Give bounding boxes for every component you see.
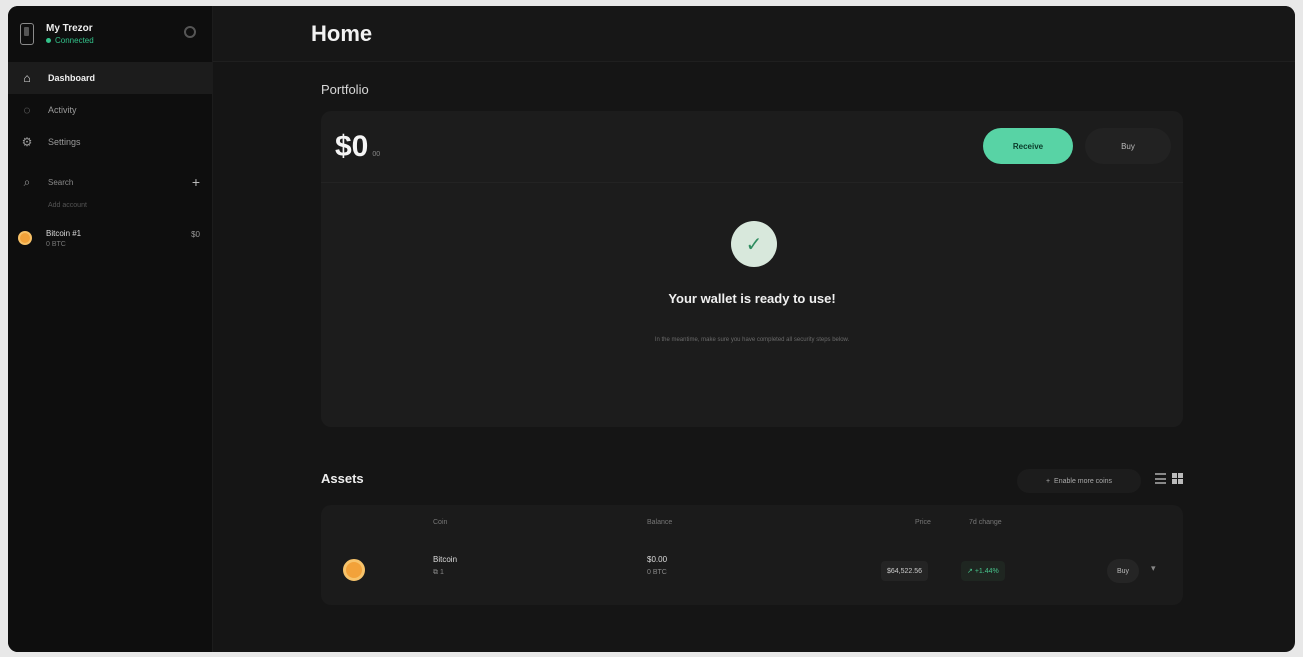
- sidebar-item-label: Dashboard: [48, 73, 96, 83]
- plus-icon: +: [1045, 477, 1051, 485]
- wallet-ready-subtitle: In the meantime, make sure you have comp…: [654, 337, 850, 343]
- device-status: Connected: [46, 36, 94, 45]
- enable-coins-label: Enable more coins: [1054, 477, 1113, 485]
- balance-cell: $0.00 0 BTC: [647, 555, 667, 576]
- view-toggle: [1155, 473, 1183, 484]
- chevron-down-icon[interactable]: ▾: [1151, 563, 1156, 574]
- grid-view-icon[interactable]: [1172, 473, 1183, 484]
- status-dot-icon: [46, 38, 51, 43]
- receive-button[interactable]: Receive: [983, 128, 1073, 164]
- app-window: My Trezor Connected ⌂ Dashboard ◌ Activi…: [8, 6, 1295, 652]
- bitcoin-icon: [343, 559, 365, 581]
- assets-header: Assets + Enable more coins: [321, 467, 1191, 493]
- sidebar-item-label: Activity: [48, 105, 77, 115]
- coin-accounts-count: 1: [439, 569, 444, 576]
- home-icon: ⌂: [23, 71, 31, 85]
- buy-button[interactable]: Buy: [1085, 128, 1171, 164]
- coin-accounts: ⧉ 1: [433, 569, 444, 576]
- portfolio-balance: $0: [335, 129, 369, 163]
- balance-fiat: $0.00: [647, 555, 668, 564]
- activity-icon: ◌: [23, 103, 31, 117]
- content: Portfolio $0 00 Receive Buy ✓ Your walle…: [321, 62, 1191, 605]
- check-icon: ✓: [731, 221, 777, 267]
- account-name: Bitcoin #1: [46, 228, 82, 238]
- price-badge: $64,522.56: [881, 561, 929, 581]
- account-item-bitcoin[interactable]: Bitcoin #1 0 BTC $0: [8, 218, 212, 258]
- coin-cell: Bitcoin ⧉ 1: [433, 555, 457, 577]
- device-selector[interactable]: My Trezor Connected: [8, 6, 212, 62]
- gear-icon: ⚙: [21, 135, 33, 149]
- search-label: Search: [48, 177, 74, 187]
- column-header-balance: Balance: [647, 519, 673, 526]
- wallet-ready-title: Your wallet is ready to use!: [668, 291, 836, 306]
- search-icon: ⌕: [23, 174, 31, 189]
- portfolio-card-header: $0 00 Receive Buy: [321, 111, 1183, 183]
- portfolio-card: $0 00 Receive Buy ✓ Your wallet is ready…: [321, 111, 1183, 427]
- column-header-price: Price: [915, 519, 931, 526]
- add-account-icon[interactable]: +: [192, 174, 200, 190]
- account-fiat-value: $0: [191, 230, 200, 239]
- column-header-coin: Coin: [433, 519, 448, 526]
- list-view-icon[interactable]: [1155, 473, 1166, 484]
- sidebar: My Trezor Connected ⌂ Dashboard ◌ Activi…: [8, 6, 213, 652]
- header: Home: [213, 6, 1295, 62]
- device-name: My Trezor: [46, 23, 93, 34]
- coin-name: Bitcoin: [433, 555, 458, 564]
- accounts-search[interactable]: ⌕ Search +: [8, 168, 212, 196]
- portfolio-heading: Portfolio: [321, 82, 369, 97]
- account-balance: 0 BTC: [46, 240, 66, 248]
- trend-up-icon: ↗: [967, 568, 975, 575]
- portfolio-balance-unit: 00: [372, 151, 381, 158]
- sidebar-item-activity[interactable]: ◌ Activity: [8, 94, 212, 126]
- sidebar-item-label: Settings: [48, 137, 81, 147]
- device-settings-icon[interactable]: [184, 26, 196, 38]
- enable-coins-button[interactable]: + Enable more coins: [1017, 469, 1141, 493]
- table-row[interactable]: Bitcoin ⧉ 1 $0.00 0 BTC $64,522.56 ↗ +1.…: [321, 547, 1183, 593]
- balance-crypto: 0 BTC: [647, 569, 667, 576]
- trezor-device-icon: [20, 23, 34, 45]
- page-title: Home: [311, 20, 373, 46]
- change-badge: ↗ +1.44%: [961, 561, 1005, 581]
- change-value: +1.44%: [974, 567, 999, 575]
- row-buy-button[interactable]: Buy: [1107, 559, 1139, 583]
- main-area: Home Portfolio $0 00 Receive Buy ✓ Your …: [213, 6, 1295, 652]
- device-status-label: Connected: [55, 36, 94, 45]
- bitcoin-icon: [18, 231, 32, 245]
- sidebar-item-settings[interactable]: ⚙ Settings: [8, 126, 212, 158]
- sidebar-item-dashboard[interactable]: ⌂ Dashboard: [8, 62, 212, 94]
- column-header-change: 7d change: [969, 519, 1002, 526]
- add-account-hint: Add account: [48, 201, 87, 209]
- assets-table: Coin Balance Price 7d change Bitcoin ⧉ 1…: [321, 505, 1183, 605]
